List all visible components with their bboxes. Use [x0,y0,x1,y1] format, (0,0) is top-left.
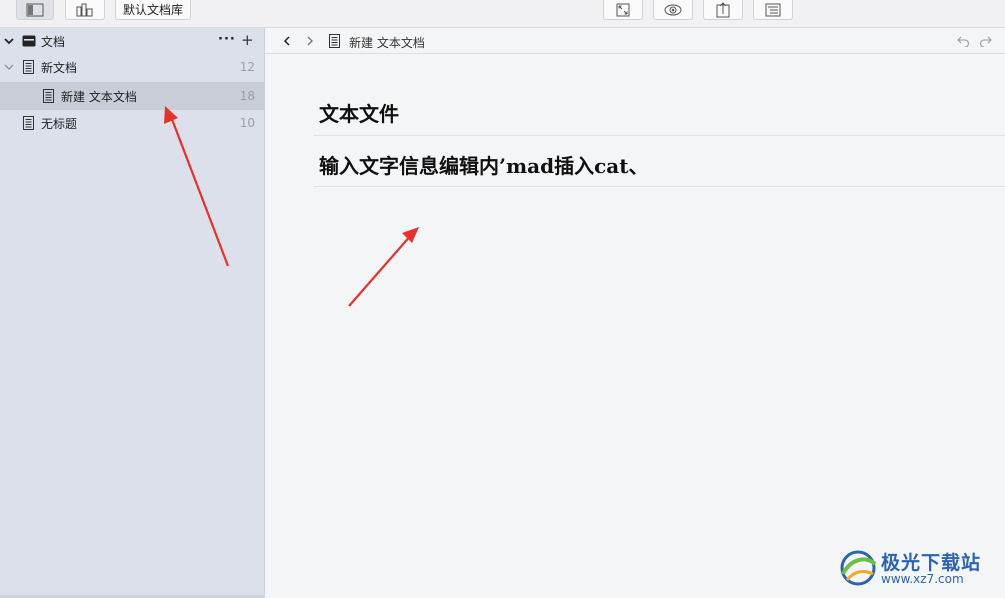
editor-line[interactable]: 输入文字信息编辑内’mad插入cat、 [313,136,1005,187]
sidebar-item-count: 18 [239,89,255,103]
sidebar-item-label: 新建 文本文档 [61,89,137,104]
sidebar-item-count: 10 [239,116,255,130]
chevron-down-icon[interactable] [4,62,14,72]
eye-icon [664,4,682,15]
breadcrumb: 新建 文本文档 [349,36,425,50]
watermark: 极光下载站 www.xz7.com [837,546,995,592]
outline-icon [765,3,781,16]
export-button[interactable] [703,0,743,20]
share-icon [716,1,730,17]
watermark-url: www.xz7.com [881,572,964,586]
library-selector-button[interactable]: 默认文档库 [115,0,191,20]
archive-box-icon [22,35,36,47]
more-icon[interactable]: ··· [218,32,236,47]
undo-icon[interactable] [957,35,970,47]
sidebar-toggle-button[interactable] [16,0,54,20]
library-label: 默认文档库 [122,3,183,17]
editor-navbar: 新建 文本文档 [265,28,1005,54]
sidebar-layout-icon [26,3,44,16]
library-view-button[interactable] [65,0,105,20]
forward-button[interactable] [303,33,317,49]
editor-body[interactable]: 文本文件 输入文字信息编辑内’mad插入cat、 [313,82,1005,187]
document-icon [23,116,34,130]
chevron-down-icon[interactable] [4,36,14,46]
fullscreen-button[interactable] [603,0,643,20]
expand-icon [616,3,630,16]
document-icon [329,34,340,48]
sidebar-item-new-document[interactable]: 新文档 12 [0,54,264,80]
document-icon [23,60,34,74]
document-icon [43,89,54,103]
sidebar-root-label: 文档 [41,34,66,49]
sidebar-item-new-text-document[interactable]: 新建 文本文档 18 [0,82,264,110]
editor-pane: 新建 文本文档 文本文件 输入文字信息编辑内’mad插入cat、 [265,28,1005,598]
sidebar-item-label: 新文档 [41,60,78,75]
aurora-logo-icon [840,550,877,586]
chevron-left-icon [283,36,290,46]
watermark-title: 极光下载站 [881,552,982,574]
sidebar-item-count: 12 [239,60,255,74]
top-toolbar: 默认文档库 [0,0,1005,28]
editor-line[interactable]: 文本文件 [313,82,1005,136]
preview-button[interactable] [653,0,693,20]
sidebar-item-untitled[interactable]: 无标题 10 [0,110,264,136]
redo-icon[interactable] [979,35,992,47]
outline-button[interactable] [753,0,793,20]
sidebar: 文档 ··· + 新文档 12 新建 文本文档 18 无标题 10 [0,28,265,598]
back-button[interactable] [280,33,294,49]
sidebar-item-label: 无标题 [41,116,78,131]
sidebar-root-documents[interactable]: 文档 ··· + [0,28,264,54]
chevron-right-icon [307,36,313,46]
plus-icon[interactable]: + [241,31,254,49]
bookshelf-icon [76,3,93,16]
